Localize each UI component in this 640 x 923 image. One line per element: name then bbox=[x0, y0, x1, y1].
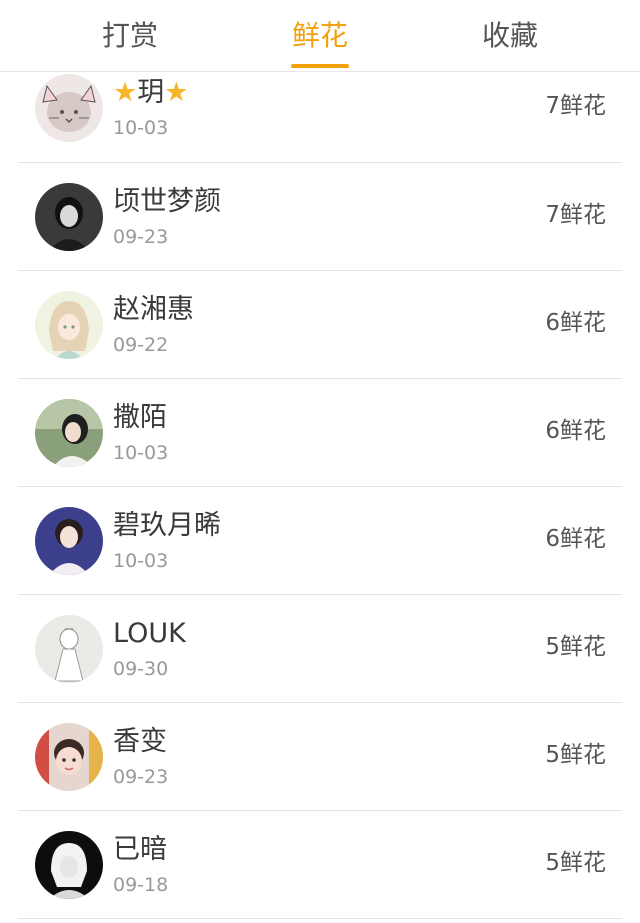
girl-outdoor-avatar-icon bbox=[35, 399, 103, 467]
list-item[interactable]: ★玥★ 10-03 7鲜花 bbox=[18, 54, 622, 163]
flower-count: 6鲜花 bbox=[545, 310, 606, 336]
girl-dark-avatar-icon bbox=[35, 183, 103, 251]
star-icon: ★ bbox=[164, 77, 189, 108]
avatar[interactable] bbox=[35, 399, 103, 467]
user-name: LOUK bbox=[113, 618, 186, 649]
user-name: 香变 bbox=[113, 726, 167, 757]
list-item[interactable]: 已暗 09-18 5鲜花 bbox=[18, 811, 622, 919]
avatar[interactable] bbox=[35, 74, 103, 142]
avatar[interactable] bbox=[35, 831, 103, 899]
tab-label: 收藏 bbox=[481, 19, 538, 52]
flower-count: 6鲜花 bbox=[545, 418, 606, 444]
cat-ear-avatar-icon bbox=[35, 74, 103, 142]
avatar[interactable] bbox=[35, 291, 103, 359]
date: 09-22 bbox=[113, 334, 169, 356]
flower-count: 6鲜花 bbox=[545, 526, 606, 552]
user-name: 已暗 bbox=[113, 834, 167, 865]
sketch-girl-avatar-icon bbox=[35, 615, 103, 683]
flower-count: 7鲜花 bbox=[545, 202, 606, 228]
date: 10-03 bbox=[113, 117, 169, 139]
star-icon: ★ bbox=[113, 77, 138, 108]
date: 09-30 bbox=[113, 658, 169, 680]
user-name: 赵湘惠 bbox=[113, 294, 194, 325]
user-name: 顷世梦颜 bbox=[113, 186, 221, 217]
date: 10-03 bbox=[113, 442, 169, 464]
list-item[interactable]: LOUK 09-30 5鲜花 bbox=[18, 595, 622, 703]
white-hair-avatar-icon bbox=[35, 831, 103, 899]
list-item[interactable]: 赵湘惠 09-22 6鲜花 bbox=[18, 271, 622, 379]
avatar[interactable] bbox=[35, 507, 103, 575]
user-name: 碧玖月晞 bbox=[113, 510, 221, 541]
list-item[interactable]: 香变 09-23 5鲜花 bbox=[18, 703, 622, 811]
list-item[interactable]: 顷世梦颜 09-23 7鲜花 bbox=[18, 163, 622, 271]
child-avatar-icon bbox=[35, 723, 103, 791]
tab-label: 打赏 bbox=[101, 19, 158, 52]
avatar[interactable] bbox=[35, 723, 103, 791]
date: 09-18 bbox=[113, 874, 169, 896]
tab-label: 鲜花 bbox=[291, 19, 348, 52]
anime-girl-avatar-icon bbox=[35, 291, 103, 359]
date: 09-23 bbox=[113, 766, 169, 788]
date: 10-03 bbox=[113, 550, 169, 572]
flower-count: 5鲜花 bbox=[545, 850, 606, 876]
avatar[interactable] bbox=[35, 183, 103, 251]
flower-count: 7鲜花 bbox=[545, 93, 606, 119]
flower-count: 5鲜花 bbox=[545, 742, 606, 768]
list-item[interactable]: 碧玖月晞 10-03 6鲜花 bbox=[18, 487, 622, 595]
flower-ranking-list: ★玥★ 10-03 7鲜花 顷世梦颜 09-23 7鲜花 赵湘惠 09-22 6… bbox=[0, 54, 640, 919]
flower-count: 5鲜花 bbox=[545, 634, 606, 660]
user-name: ★玥★ bbox=[113, 77, 189, 108]
user-name: 撒陌 bbox=[113, 402, 167, 433]
girl-portrait-avatar-icon bbox=[35, 507, 103, 575]
date: 09-23 bbox=[113, 226, 169, 248]
avatar[interactable] bbox=[35, 615, 103, 683]
list-item[interactable]: 撒陌 10-03 6鲜花 bbox=[18, 379, 622, 487]
